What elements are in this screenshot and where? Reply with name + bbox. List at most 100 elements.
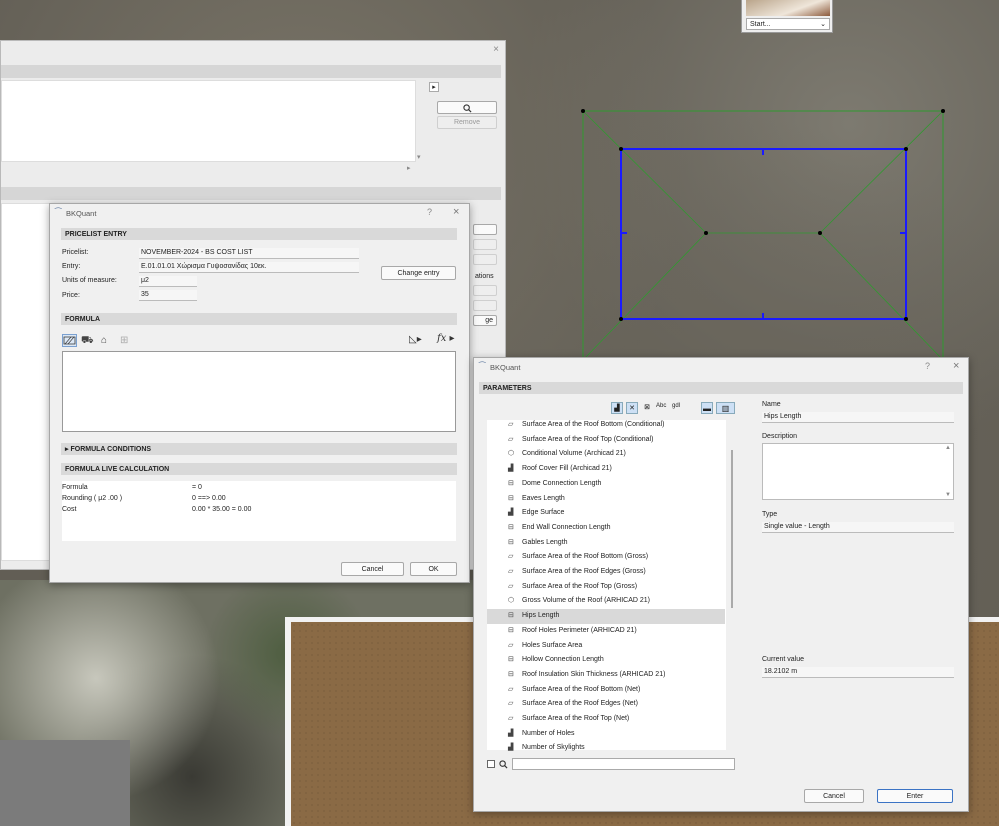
count-icon: ▟	[508, 744, 514, 752]
help-icon[interactable]: ?	[427, 207, 432, 217]
entry-dialog: ⁀ BKQuant ? × PRICELIST ENTRY Pricelist:…	[49, 203, 470, 583]
partial-button-1[interactable]	[473, 224, 497, 235]
units-label: Units of measure:	[62, 277, 117, 284]
length-icon: ⊟	[508, 479, 514, 487]
close-icon[interactable]: ×	[953, 360, 959, 372]
list-item[interactable]: ▟ Number of Holes	[487, 727, 725, 742]
list-area[interactable]	[1, 80, 416, 162]
surface-icon: ▱	[508, 553, 514, 561]
surface-icon: ▱	[508, 700, 514, 708]
enter-button[interactable]: Enter	[877, 789, 953, 803]
remove-button[interactable]: Remove	[437, 116, 497, 129]
list-item[interactable]: ⊟ Gables Length	[487, 536, 725, 551]
list-item-label: Surface Area of the Roof Bottom (Gross)	[522, 553, 649, 561]
scroll-up-icon[interactable]: ▲	[945, 445, 951, 451]
close-icon[interactable]: ×	[493, 44, 499, 55]
list-item[interactable]: ⬡ Conditional Volume (Archicad 21)	[487, 447, 725, 462]
roof-tool-icon[interactable]: ⛟	[81, 335, 94, 348]
change-entry-button[interactable]: Change entry	[381, 266, 456, 280]
list-item-label: Gables Length	[522, 538, 568, 546]
partial-button-6[interactable]: ge	[473, 315, 497, 326]
list-item[interactable]: ⊟ Dome Connection Length	[487, 477, 725, 492]
search-icon	[499, 760, 508, 769]
list-item[interactable]: ▟ Roof Cover Fill (Archicad 21)	[487, 462, 725, 477]
length-icon: ⊟	[508, 656, 514, 664]
length-icon: ⊟	[508, 523, 514, 531]
list-item[interactable]: ⊟ Roof Insulation Skin Thickness (ARHICAD…	[487, 668, 725, 683]
tag-icon[interactable]: ⌂	[101, 335, 107, 346]
partial-button-3[interactable]	[473, 254, 497, 265]
list-item[interactable]: ⊟ Hips Length	[487, 609, 725, 624]
list-item[interactable]: ▱ Surface Area of the Roof Bottom (Net)	[487, 683, 725, 698]
second-header-bar	[1, 187, 501, 200]
list-item[interactable]: ▱ Surface Area of the Roof Bottom (Gross)	[487, 550, 725, 565]
list-item-label: Dome Connection Length	[522, 479, 602, 487]
list-scrollbar[interactable]	[731, 450, 733, 608]
list-item[interactable]: ▟ Edge Surface	[487, 506, 725, 521]
scroll-right-icon[interactable]: ▸	[407, 164, 411, 172]
volume-icon: ⬡	[508, 597, 515, 605]
measure-icon[interactable]: ◺▸	[409, 334, 422, 345]
list-item-label: Surface Area of the Roof Top (Net)	[522, 715, 630, 722]
filter-text-icon[interactable]: Abc	[656, 403, 666, 409]
header-bar	[1, 65, 501, 78]
formula-tool-1[interactable]	[62, 334, 77, 347]
list-item[interactable]: ▱ Surface Area of the Roof Bottom (Condit…	[487, 418, 725, 433]
description-field[interactable]: ▲ ▼	[762, 443, 954, 500]
list-item[interactable]: ⊟ Eaves Length	[487, 492, 725, 507]
list-item[interactable]: ⊟ Hollow Connection Length	[487, 653, 725, 668]
length-icon: ⊟	[508, 612, 514, 620]
list-item[interactable]: ▱ Surface Area of the Roof Edges (Net)	[487, 697, 725, 712]
cancel-button[interactable]: Cancel	[804, 789, 864, 803]
list-item[interactable]: ⊟ Roof Holes Perimeter (ARHICAD 21)	[487, 624, 725, 639]
fill-icon: ▟	[508, 465, 514, 473]
list-item-label: Edge Surface	[522, 509, 565, 517]
start-select[interactable]: Start... ⌄	[746, 18, 830, 30]
cancel-button[interactable]: Cancel	[341, 562, 404, 576]
list-item[interactable]: ▱ Holes Surface Area	[487, 639, 725, 654]
live-calculation-header: FORMULA LIVE CALCULATION	[61, 463, 457, 475]
parameter-icon[interactable]: ⊞	[120, 335, 128, 346]
list-item[interactable]: ⬡ Gross Volume of the Roof (ARHICAD 21)	[487, 594, 725, 609]
ok-button[interactable]: OK	[410, 562, 457, 576]
pricelist-value: NOVEMBER-2024 - BS COST LIST	[139, 248, 359, 259]
list-item[interactable]: ▱ Surface Area of the Roof Top (Gross)	[487, 580, 725, 595]
filter-length-icon[interactable]: ✕	[626, 402, 638, 414]
formula-editor[interactable]	[62, 351, 456, 432]
length-icon: ⊟	[508, 494, 514, 502]
list-item[interactable]: ⊟ End Wall Connection Length	[487, 521, 725, 536]
filter-gdl-icon[interactable]: gdl	[672, 403, 680, 409]
fx-icon[interactable]: fx ▸	[437, 333, 455, 344]
formula-section-header: FORMULA	[61, 313, 457, 325]
list-item[interactable]: ▱ Surface Area of the Roof Edges (Gross)	[487, 565, 725, 580]
parameters-titlebar: ⁀ BKQuant ? ×	[474, 358, 968, 376]
live-row-value: 0 ==> 0.00	[192, 495, 226, 502]
formula-conditions-header[interactable]: ▸ FORMULA CONDITIONS	[61, 443, 457, 455]
partial-button-4[interactable]	[473, 285, 497, 296]
expand-arrow-icon[interactable]: ▸	[429, 82, 439, 92]
filter-volume-icon[interactable]: ⊠	[641, 402, 653, 414]
list-item[interactable]: ▟ Number of Skylights	[487, 741, 725, 756]
list-item-label: Surface Area of the Roof Bottom (Net)	[522, 685, 641, 693]
partial-button-5[interactable]	[473, 300, 497, 311]
search-input[interactable]	[512, 758, 735, 770]
filter-fill-icon[interactable]: ▟	[611, 402, 623, 414]
list-item[interactable]: ▱ Surface Area of the Roof Top (Condition…	[487, 433, 725, 448]
list-view-icon[interactable]: ▬	[701, 402, 713, 414]
help-icon[interactable]: ?	[925, 361, 930, 371]
grid-view-icon[interactable]: ▥	[716, 402, 735, 414]
hatch-icon	[63, 336, 76, 345]
start-widget[interactable]: Start... ⌄	[741, 0, 833, 33]
filter-checkbox[interactable]	[487, 760, 495, 768]
live-row-value: 0.00 * 35.00 = 0.00	[192, 506, 252, 513]
partial-button-2[interactable]	[473, 239, 497, 250]
scroll-down-icon[interactable]: ▼	[945, 492, 951, 498]
list-item-label: Eaves Length	[522, 494, 565, 502]
close-icon[interactable]: ×	[453, 206, 459, 218]
scroll-down-icon[interactable]: ▾	[417, 153, 421, 161]
list-item[interactable]: ▱ Surface Area of the Roof Top (Net)	[487, 712, 725, 727]
type-label: Type	[762, 511, 778, 518]
live-row-value: = 0	[192, 484, 202, 491]
search-button[interactable]	[437, 101, 497, 114]
preview-thumbnail	[746, 0, 830, 16]
